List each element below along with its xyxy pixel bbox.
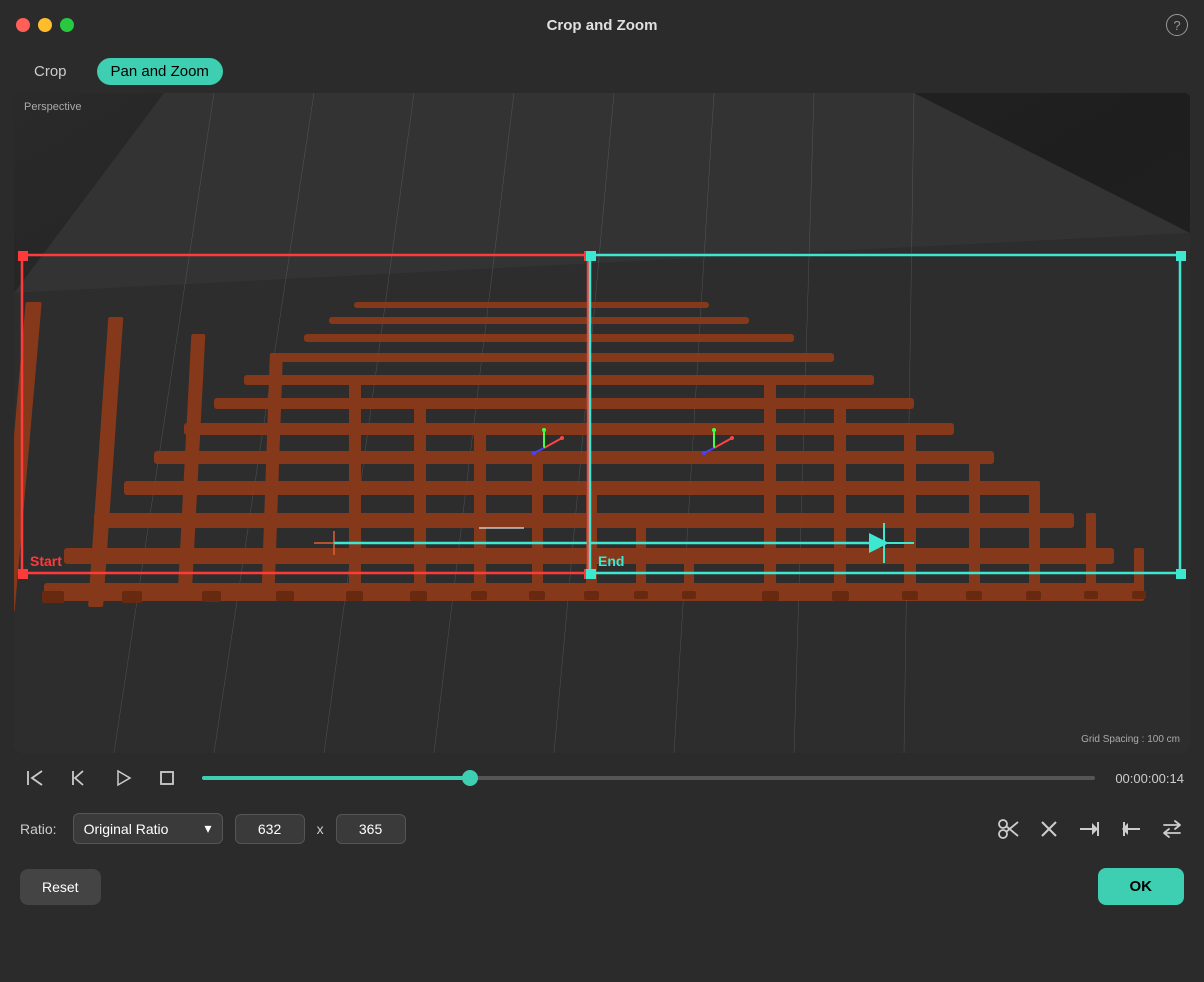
viewport-container: Perspective Grid Spacing : 100 cm: [14, 93, 1190, 753]
help-button[interactable]: ?: [1166, 14, 1188, 36]
stop-button[interactable]: [152, 763, 182, 793]
ratio-bar: Ratio: Original Ratio ▾ x: [0, 803, 1204, 854]
grid-spacing-label: Grid Spacing : 100 cm: [1081, 734, 1180, 745]
pan-zoom-tab[interactable]: Pan and Zoom: [97, 58, 223, 85]
chevron-down-icon: ▾: [205, 820, 212, 837]
timecode-display: 00:00:00:14: [1115, 771, 1184, 786]
icon-button-group: [996, 816, 1184, 842]
scissors-button[interactable]: [996, 816, 1022, 842]
traffic-lights: [16, 18, 74, 32]
timeline-fill: [202, 776, 470, 780]
trim-end-button[interactable]: [1076, 818, 1102, 840]
height-input[interactable]: [336, 814, 406, 844]
swap-button[interactable]: [1160, 817, 1184, 841]
play-button[interactable]: [108, 763, 138, 793]
ratio-select[interactable]: Original Ratio ▾: [73, 813, 223, 844]
action-bar: Reset OK: [0, 854, 1204, 919]
crop-tab[interactable]: Crop: [20, 58, 81, 85]
svg-text:End: End: [598, 553, 624, 569]
toolbar: Crop Pan and Zoom: [0, 50, 1204, 93]
minimize-button[interactable]: [38, 18, 52, 32]
close-button[interactable]: [16, 18, 30, 32]
ok-button[interactable]: OK: [1098, 868, 1185, 905]
maximize-button[interactable]: [60, 18, 74, 32]
svg-text:Start: Start: [30, 553, 62, 569]
viewport-bg: Perspective Grid Spacing : 100 cm: [14, 93, 1190, 753]
transport-bar: 00:00:00:14: [0, 753, 1204, 803]
remove-button[interactable]: [1038, 818, 1060, 840]
perspective-label: Perspective: [24, 101, 81, 113]
scene-svg: Start End: [14, 93, 1190, 753]
x-separator: x: [317, 821, 324, 837]
timeline-thumb[interactable]: [462, 770, 478, 786]
frame-back-button[interactable]: [64, 763, 94, 793]
trim-start-button[interactable]: [1118, 818, 1144, 840]
timeline-slider[interactable]: [202, 776, 1095, 780]
reset-button[interactable]: Reset: [20, 869, 101, 905]
width-input[interactable]: [235, 814, 305, 844]
window-title: Crop and Zoom: [547, 17, 658, 34]
skip-back-button[interactable]: [20, 763, 50, 793]
ratio-value: Original Ratio: [84, 821, 169, 837]
ratio-label: Ratio:: [20, 821, 57, 837]
title-bar: Crop and Zoom ?: [0, 0, 1204, 50]
